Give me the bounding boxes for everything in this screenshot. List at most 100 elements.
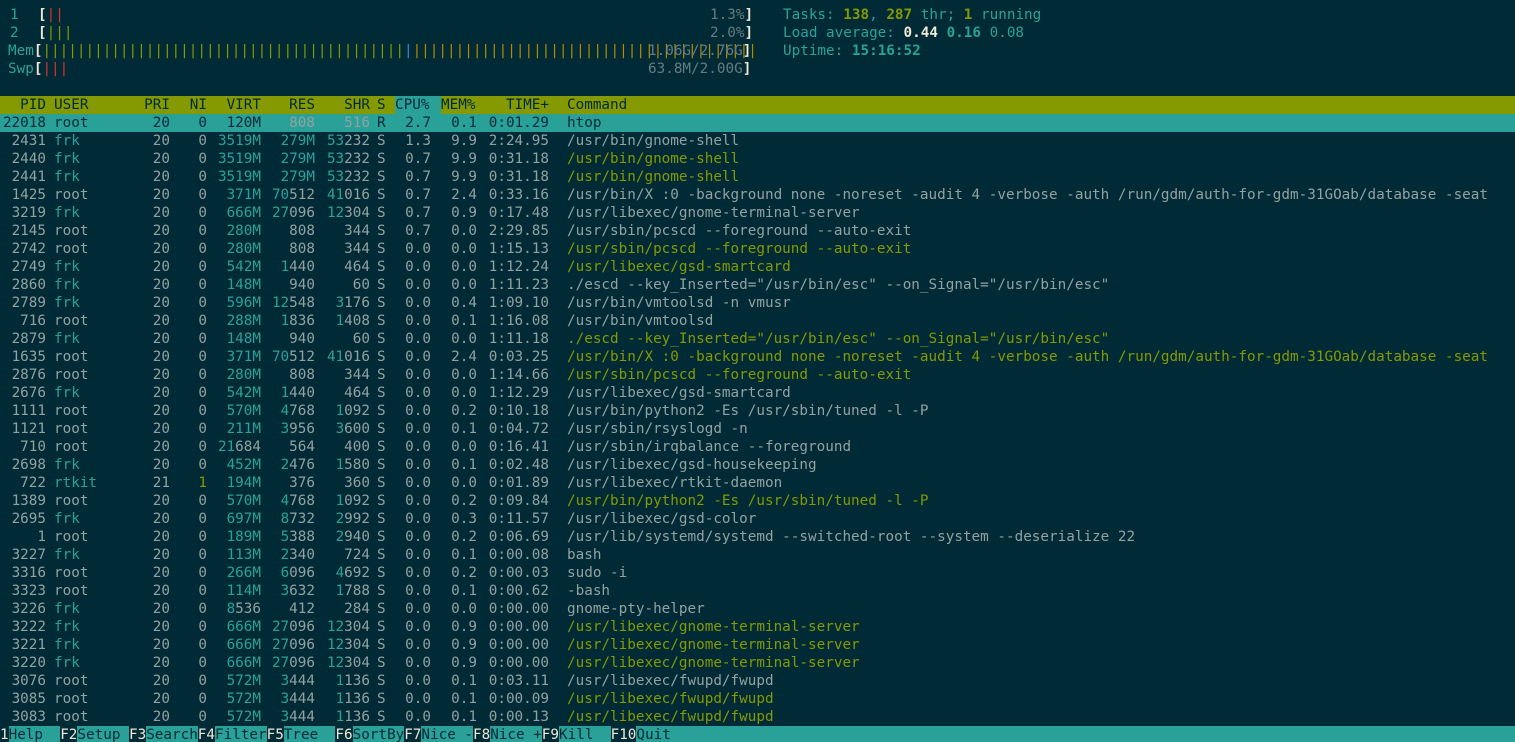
- process-row[interactable]: 3220 frk 20 0 666M 27096 12304 S 0.0 0.9 0:00.00/u…: [0, 654, 1515, 672]
- cell-mem: 0.1: [451, 421, 477, 437]
- fkey-f10: F10: [610, 726, 637, 742]
- cell-shr: 464: [344, 259, 370, 275]
- cell-command: /usr/sbin/pcscd --foreground --auto-exit: [567, 241, 912, 257]
- cell-pri: 20: [152, 673, 170, 689]
- column-pri[interactable]: PRI: [135, 96, 170, 114]
- fkey-f6-action[interactable]: SortBy: [353, 726, 405, 742]
- cell-time: 0:31.18: [488, 151, 549, 167]
- cell-mem: 0.2: [451, 529, 477, 545]
- cell-pid: 1635: [11, 349, 46, 365]
- cell-state: S: [377, 241, 386, 257]
- process-row[interactable]: 3323 root 20 0 114M 3632 1788 S 0.0 0.1 0:00.62 -ba…: [0, 582, 1515, 600]
- mem-value-wrap: 1.06G/2.76G]: [648, 43, 752, 59]
- process-row[interactable]: 3227 frk 20 0 113M 2340 724 S 0.0 0.1 0:00.08 bash: [0, 546, 1515, 564]
- process-row[interactable]: 3226 frk 20 0 8536 412 284 S 0.0 0.0 0:00.00 gnome-…: [0, 600, 1515, 618]
- load-label: Load average:: [783, 25, 904, 41]
- process-row[interactable]: 1389 root 20 0 570M 4768 1092 S 0.0 0.2 0:09.84/us…: [0, 492, 1515, 510]
- cell-shr: 344: [344, 241, 370, 257]
- process-row[interactable]: 2441 frk 20 0 3519M 279M 53232 S 0.7 9.9 0:31.18/u…: [0, 168, 1515, 186]
- process-row[interactable]: 2742 root 20 0 280M 808 344 S 0.0 0.0 1:15.13/usr/…: [0, 240, 1515, 258]
- cell-virt: 697M: [226, 511, 261, 527]
- cell-res: 3444: [280, 691, 315, 707]
- cell-user: frk: [54, 457, 80, 473]
- cell-time: 0:03.25: [488, 349, 549, 365]
- cell-state: S: [377, 331, 386, 347]
- cpu1-bar: [||: [38, 7, 64, 23]
- process-row[interactable]: 3219 frk 20 0 666M 27096 12304 S 0.7 0.9 0:17.48/u…: [0, 204, 1515, 222]
- column-ni[interactable]: NI: [178, 96, 207, 114]
- process-row[interactable]: 3076 root 20 0 572M 3444 1136 S 0.0 0.1 0:03.11/us…: [0, 672, 1515, 690]
- process-row[interactable]: 1111 root 20 0 570M 4768 1092 S 0.0 0.2 0:10.18/us…: [0, 402, 1515, 420]
- process-row[interactable]: 3221 frk 20 0 666M 27096 12304 S 0.0 0.9 0:00.00/u…: [0, 636, 1515, 654]
- column-virt[interactable]: VIRT: [212, 96, 261, 114]
- cell-mem: 0.0: [451, 475, 477, 491]
- process-row[interactable]: 710 root 20 0 21684 564 400 S 0.0 0.0 0:16.41/usr/…: [0, 438, 1515, 456]
- process-row[interactable]: 3083 root 20 0 572M 3444 1136 S 0.0 0.1 0:00.13/us…: [0, 708, 1515, 726]
- process-row[interactable]: 2749 frk 20 0 542M 1440 464 S 0.0 0.0 1:12.24/usr/…: [0, 258, 1515, 276]
- cell-cpu: 0.0: [405, 709, 431, 725]
- process-row[interactable]: 2860 frk 20 0 148M 940 60 S 0.0 0.0 1:11.23 ./escd …: [0, 276, 1515, 294]
- fkey-f3-action[interactable]: Search: [146, 726, 198, 742]
- column-state[interactable]: S: [377, 96, 389, 114]
- process-row[interactable]: 1635 root 20 0 371M 70512 41016 S 0.0 2.4 0:03.25 /…: [0, 348, 1515, 366]
- cell-res: 27096: [271, 619, 315, 635]
- fkey-f10-action[interactable]: Quit: [636, 726, 670, 742]
- cell-shr: 344: [344, 223, 370, 239]
- process-row[interactable]: 2676 frk 20 0 542M 1440 464 S 0.0 0.0 1:12.29/usr/…: [0, 384, 1515, 402]
- process-row[interactable]: 2876 root 20 0 280M 808 344 S 0.0 0.0 1:14.66/usr/…: [0, 366, 1515, 384]
- column-cpu-sorted[interactable]: CPU%: [395, 96, 441, 114]
- load-1: 0.44: [903, 25, 938, 41]
- cell-mem: 0.1: [451, 691, 477, 707]
- cell-shr: 1516: [335, 115, 370, 131]
- process-row[interactable]: 1425 root 20 0 371M 70512 41016 S 0.7 2.4 0:33.16 /…: [0, 186, 1515, 204]
- cell-mem: 9.9: [451, 133, 477, 149]
- fkey-f8-action[interactable]: Nice +: [490, 726, 542, 742]
- column-res[interactable]: RES: [265, 96, 315, 114]
- process-row[interactable]: 2695 frk 20 0 697M 8732 2992 S 0.0 0.3 0:11.57/usr…: [0, 510, 1515, 528]
- column-user[interactable]: USER: [54, 96, 134, 114]
- cpu1-value: 1.3%: [710, 7, 745, 23]
- process-row[interactable]: 3222 frk 20 0 666M 27096 12304 S 0.0 0.9 0:00.00/u…: [0, 618, 1515, 636]
- process-row[interactable]: 1 root 20 0 189M 5388 2940 S 0.0 0.2 0:06.69/usr/l…: [0, 528, 1515, 546]
- process-row[interactable]: 722 rtkit 21 1 194M 376 360 S 0.0 0.0 0:01.89/usr/…: [0, 474, 1515, 492]
- process-row[interactable]: 2145 root 20 0 280M 808 344 S 0.7 0.0 2:29.85/usr/…: [0, 222, 1515, 240]
- cell-ni: 0: [198, 259, 207, 275]
- column-shr[interactable]: SHR: [320, 96, 370, 114]
- process-row[interactable]: 2431 frk 20 0 3519M 279M 53232 S 1.3 9.9 2:24.95/u…: [0, 132, 1515, 150]
- fkey-f2-action[interactable]: Setup: [77, 726, 129, 742]
- fkey-f4-action[interactable]: Filter: [215, 726, 267, 742]
- swp-value: 63.8M/2.00G: [648, 61, 743, 77]
- load-average: Load average: 0.44 0.16 0.08: [783, 24, 1024, 42]
- process-row[interactable]: 2879 frk 20 0 148M 940 60 S 0.0 0.0 1:11.18 ./escd …: [0, 330, 1515, 348]
- cell-virt: 211M: [226, 421, 261, 437]
- cell-pri: 20: [152, 223, 170, 239]
- process-row[interactable]: 2698 frk 20 0 452M 2476 1580 S 0.0 0.1 0:02.48/usr…: [0, 456, 1515, 474]
- column-pid[interactable]: PID: [0, 96, 46, 114]
- cell-time: 0:06.69: [488, 529, 549, 545]
- cell-mem: 9.9: [451, 169, 477, 185]
- process-row[interactable]: 716 root 20 0 288M 1836 1408 S 0.0 0.1 1:16.08/usr…: [0, 312, 1515, 330]
- fkey-1-action[interactable]: Help: [9, 726, 61, 742]
- fkey-f9-action[interactable]: Kill: [559, 726, 611, 742]
- cell-pid: 2749: [11, 259, 46, 275]
- process-row[interactable]: 3316 root 20 0 266M 6096 4692 S 0.0 0.2 0:00.03 sud…: [0, 564, 1515, 582]
- process-row[interactable]: 2789 frk 20 0 596M 12548 3176 S 0.0 0.4 1:09.10/us…: [0, 294, 1515, 312]
- column-time[interactable]: TIME+: [487, 96, 549, 114]
- process-row-selected[interactable]: 22018 root 20 0 120M 2808 1516 R 2.7 0.1 0:01.29 ht…: [0, 114, 1515, 132]
- cell-user: frk: [54, 385, 80, 401]
- column-mem[interactable]: MEM%: [441, 96, 487, 114]
- cell-pid: 2431: [11, 133, 46, 149]
- cell-pri: 21: [152, 475, 170, 491]
- cell-mem: 0.9: [451, 655, 477, 671]
- cell-state: S: [377, 565, 386, 581]
- column-command[interactable]: Command: [567, 96, 687, 114]
- cell-mem: 0.1: [451, 583, 477, 599]
- cell-ni: 0: [198, 457, 207, 473]
- fkey-f7-action[interactable]: Nice -: [421, 726, 473, 742]
- process-row[interactable]: 2440 frk 20 0 3519M 279M 53232 S 0.7 9.9 0:31.18/u…: [0, 150, 1515, 168]
- cell-pid: 1121: [11, 421, 46, 437]
- cell-shr: 1580: [335, 457, 370, 473]
- process-row[interactable]: 3085 root 20 0 572M 3444 1136 S 0.0 0.1 0:00.09/us…: [0, 690, 1515, 708]
- process-row[interactable]: 1121 root 20 0 211M 3956 3600 S 0.0 0.1 0:04.72/us…: [0, 420, 1515, 438]
- fkey-f5-action[interactable]: Tree: [284, 726, 336, 742]
